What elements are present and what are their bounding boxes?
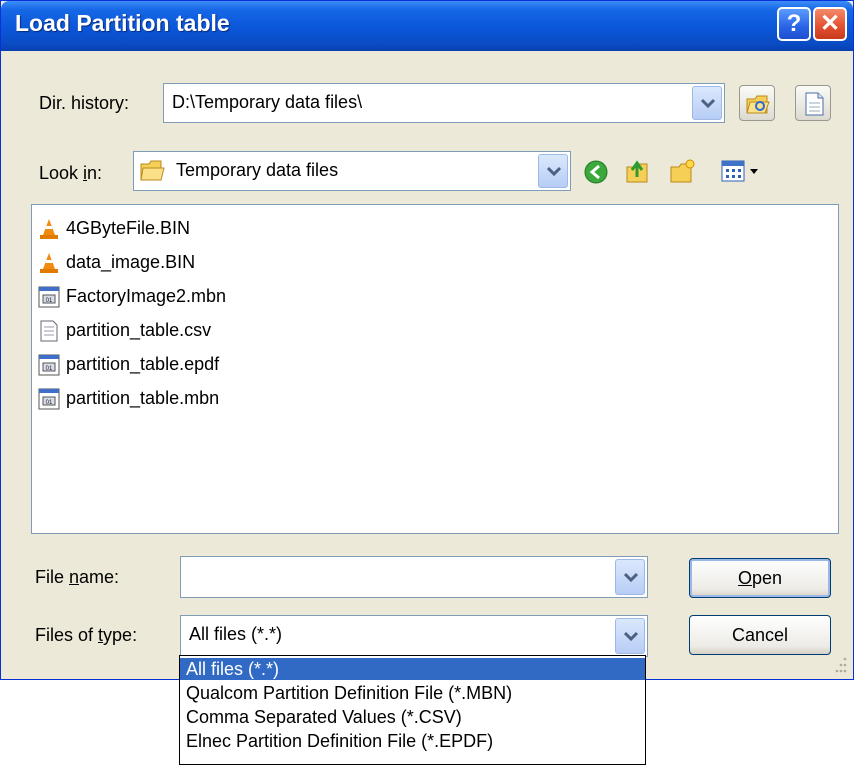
chevron-down-icon bbox=[624, 572, 638, 582]
folder-icon bbox=[140, 160, 165, 181]
file-type-option-all[interactable]: All files (*.*) bbox=[180, 658, 645, 680]
close-button[interactable]: ✕ bbox=[813, 7, 847, 41]
chevron-down-icon bbox=[547, 166, 561, 176]
document-icon bbox=[805, 92, 824, 116]
file-type-option-mbn[interactable]: Qualcom Partition Definition File (*.MBN… bbox=[180, 682, 645, 704]
open-button[interactable]: Open bbox=[689, 558, 831, 598]
title-bar[interactable]: Load Partition table ? ✕ bbox=[1, 1, 853, 51]
dir-history-combo[interactable]: D:\Temporary data files\ bbox=[163, 83, 725, 123]
cancel-button[interactable]: Cancel bbox=[689, 615, 831, 655]
load-partition-dialog: Load Partition table ? ✕ Dir. history: D… bbox=[0, 0, 854, 680]
binary-file-icon: 01 bbox=[38, 388, 60, 410]
text-file-icon bbox=[40, 320, 58, 342]
back-arrow-icon[interactable] bbox=[583, 159, 609, 185]
window-title: Load Partition table bbox=[15, 10, 230, 36]
view-menu-icon[interactable] bbox=[721, 159, 763, 185]
dir-history-dropdown-button[interactable] bbox=[692, 86, 722, 120]
resize-grip-icon[interactable] bbox=[829, 651, 849, 675]
file-type-option-csv[interactable]: Comma Separated Values (*.CSV) bbox=[180, 706, 645, 728]
file-list[interactable]: 4GByteFile.BIN data_image.BIN 01 Factory… bbox=[31, 204, 839, 534]
folder-browse-icon bbox=[746, 95, 770, 114]
binary-file-icon: 01 bbox=[38, 354, 60, 376]
file-type-option-epdf[interactable]: Elnec Partition Definition File (*.EPDF) bbox=[180, 730, 645, 752]
binary-file-icon: 01 bbox=[38, 286, 60, 308]
file-type-select[interactable]: All files (*.*) bbox=[180, 615, 648, 657]
file-name-label: File name: bbox=[35, 567, 120, 587]
look-in-dropdown-button[interactable] bbox=[538, 154, 568, 188]
file-type-dropdown-list[interactable]: All files (*.*) Qualcom Partition Defini… bbox=[179, 655, 646, 765]
help-button[interactable]: ? bbox=[777, 7, 811, 41]
chevron-down-icon bbox=[624, 631, 638, 641]
svg-text:01: 01 bbox=[46, 400, 53, 406]
new-folder-icon[interactable] bbox=[669, 157, 697, 185]
file-name-input[interactable] bbox=[180, 556, 648, 598]
look-in-combo[interactable]: Temporary data files bbox=[133, 151, 571, 191]
file-name-dropdown-button[interactable] bbox=[615, 559, 645, 595]
vlc-cone-icon bbox=[40, 219, 58, 239]
svg-text:01: 01 bbox=[46, 298, 53, 304]
file-type-label: Files of type: bbox=[35, 625, 138, 645]
chevron-down-icon bbox=[701, 98, 715, 108]
new-file-button[interactable] bbox=[795, 85, 831, 121]
vlc-cone-icon bbox=[40, 253, 58, 273]
look-in-value: Temporary data files bbox=[176, 160, 339, 180]
file-type-dropdown-button[interactable] bbox=[615, 618, 645, 654]
up-folder-icon[interactable] bbox=[625, 157, 653, 185]
look-in-label: Look in: bbox=[39, 163, 103, 183]
browse-folder-button[interactable] bbox=[739, 85, 775, 121]
svg-text:01: 01 bbox=[46, 366, 53, 372]
dir-history-value: D:\Temporary data files\ bbox=[172, 92, 363, 112]
dir-history-label: Dir. history: bbox=[39, 93, 130, 113]
file-type-value: All files (*.*) bbox=[189, 624, 283, 644]
